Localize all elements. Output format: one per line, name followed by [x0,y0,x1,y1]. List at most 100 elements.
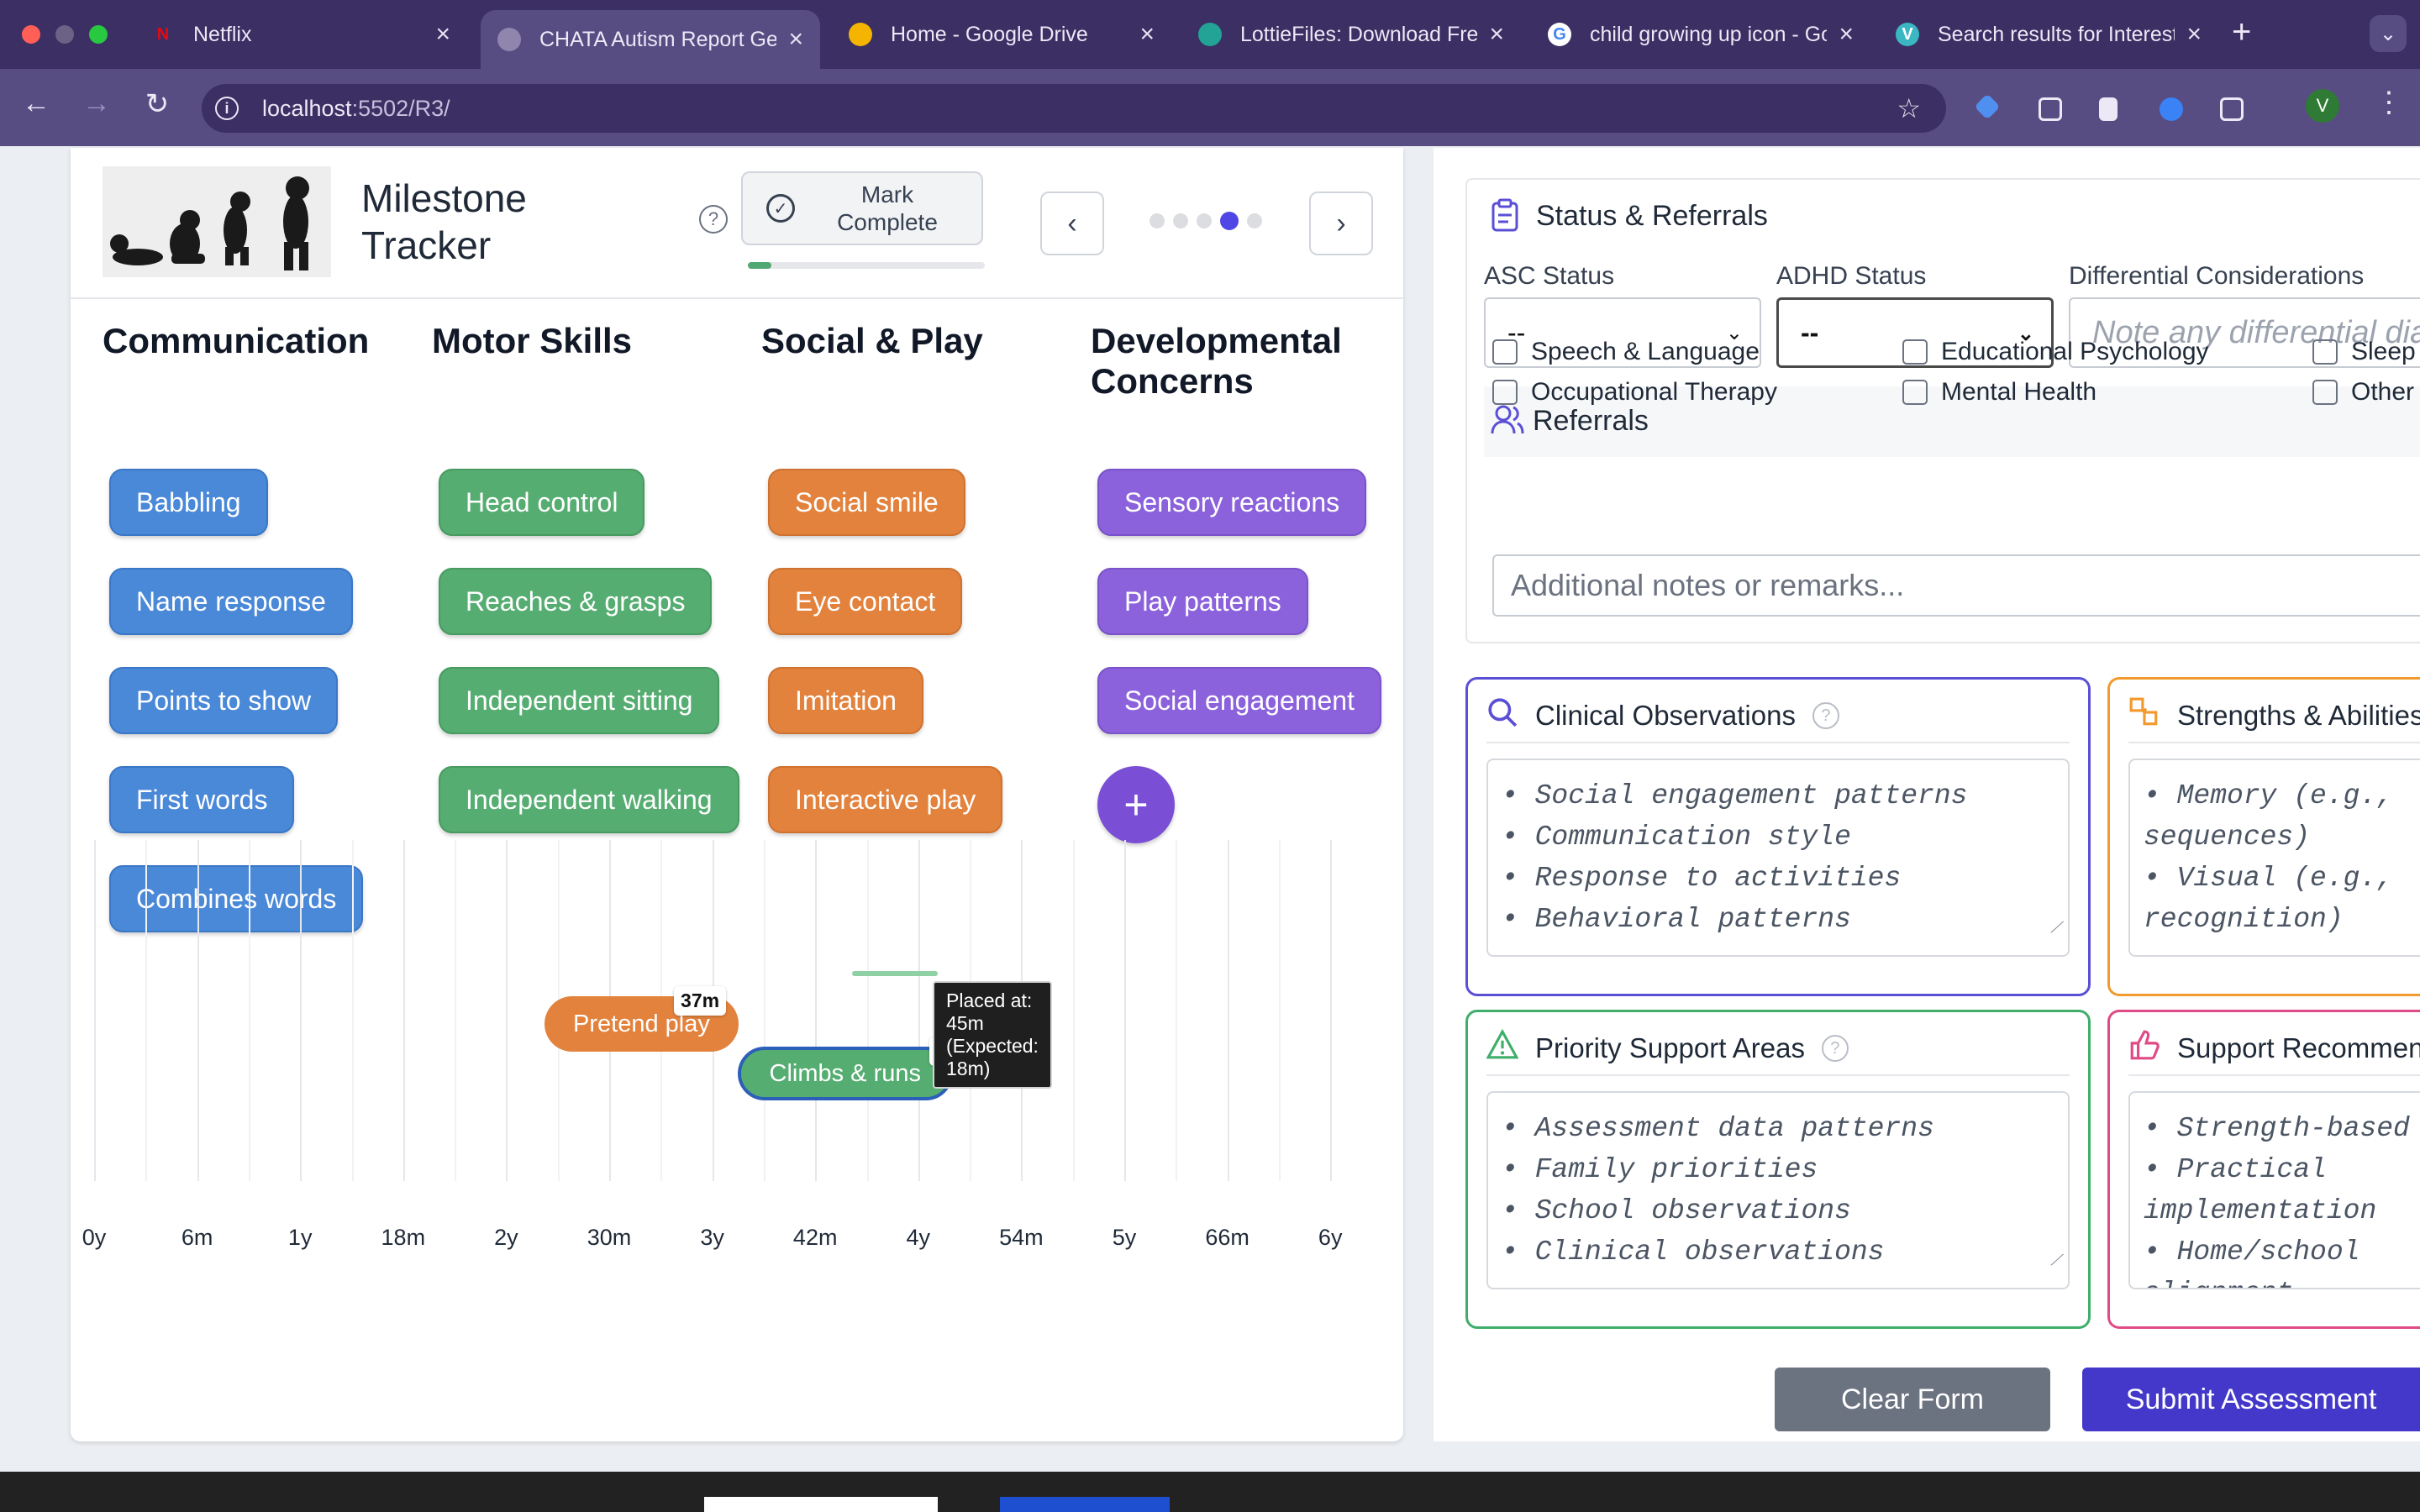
checkbox-box[interactable] [2312,380,2338,405]
netflix-icon: N [156,24,170,44]
milestone-chip[interactable]: Points to show [109,667,339,734]
prev-page-button[interactable]: ‹ [1040,192,1104,255]
grid-line [402,840,405,1181]
observation-textarea[interactable]: • Strength-based • Practical implementati… [2128,1091,2420,1289]
referral-checkbox[interactable]: Other [2312,378,2414,407]
page-dots [1150,212,1262,230]
milestone-chip[interactable]: Babbling [109,469,268,536]
submit-assessment-button[interactable]: Submit Assessment [2082,1368,2420,1431]
browser-tab[interactable]: V Search results for Interest × [1879,10,2218,59]
close-tab-icon[interactable]: × [435,20,450,49]
observation-title: Strengths & Abilities [2177,700,2420,731]
bookmark-star-icon[interactable]: ☆ [1897,92,1921,124]
extension-gem-icon[interactable] [1974,93,2001,120]
tab-search-icon[interactable]: ⌄ [2370,15,2407,52]
placed-milestone-chip[interactable]: Climbs & runs [737,1047,953,1100]
tick-label: 54m [999,1225,1044,1250]
referral-checkbox[interactable]: Occupational Therapy [1492,378,1777,407]
additional-notes-input[interactable]: Additional notes or remarks... [1492,554,2420,617]
site-info-icon[interactable]: i [215,97,239,120]
close-tab-icon[interactable]: × [1489,20,1504,49]
page-dot[interactable] [1197,213,1212,228]
milestone-chip[interactable]: Head control [439,469,645,536]
page-dot[interactable] [1220,212,1239,230]
clear-form-button[interactable]: Clear Form [1775,1368,2050,1431]
referral-checkbox[interactable]: Sleep [2312,338,2416,366]
grid-line [1124,840,1126,1181]
browser-tab[interactable]: LottieFiles: Download Free Animations × [1181,10,1521,59]
next-page-button[interactable]: › [1309,192,1373,255]
help-icon[interactable]: ? [699,205,728,234]
close-tab-icon[interactable]: × [2186,20,2202,49]
clipboard-icon [1491,198,1518,232]
milestone-chip[interactable]: Independent walking [439,766,739,833]
profile-avatar[interactable]: V [2306,89,2339,123]
mark-complete-label: Mark Complete [837,181,938,235]
referral-checkbox[interactable]: Mental Health [1902,378,2096,407]
browser-tab[interactable]: Gchild growing up icon - Google Search × [1531,10,1870,59]
browser-tab[interactable]: CHATA Autism Report Generator × [481,10,820,69]
add-milestone-button[interactable]: + [1097,766,1175,843]
page-dot[interactable] [1247,213,1262,228]
window-close-button[interactable] [22,25,40,44]
browser-tab[interactable]: N Netflix × [134,10,467,59]
referral-checkbox[interactable]: Speech & Language [1492,338,1760,366]
placeholder-line: • Visual (e.g., recognition) [2144,863,2394,935]
milestone-chip[interactable]: Eye contact [768,568,963,635]
checkbox-box[interactable] [2312,339,2338,365]
column-title: Communication [103,321,370,360]
milestone-chip[interactable]: Play patterns [1097,568,1308,635]
window-minimize-button[interactable] [55,25,74,44]
forward-icon[interactable]: → [77,87,116,120]
grid-line-minor [1072,840,1075,1181]
observation-textarea[interactable]: • Assessment data patterns • Family prior… [1486,1091,2070,1289]
observation-textarea[interactable]: • Social engagement patterns • Communicat… [1486,759,2070,957]
grid-line [300,840,302,1181]
close-tab-icon[interactable]: × [1839,20,1854,49]
milestone-chip[interactable]: Social engagement [1097,667,1381,734]
browser-tab[interactable]: Home - Google Drive × [832,10,1171,59]
page-dot[interactable] [1150,213,1165,228]
observation-title: Clinical Observations [1535,700,1796,731]
referral-checkbox[interactable]: Educational Psychology [1902,338,2209,366]
extensions-puzzle-icon[interactable] [2220,97,2244,121]
back-icon[interactable]: ← [17,87,55,120]
checkbox-box[interactable] [1492,380,1518,405]
resize-grip-icon[interactable]: ⟋ [2050,909,2061,950]
milestone-chip[interactable]: Name response [109,568,353,635]
extension-book-icon[interactable] [2099,97,2118,121]
milestone-chip[interactable]: Imitation [768,667,923,734]
mark-complete-button[interactable]: ✓ Mark Complete [741,171,983,245]
milestone-chip[interactable]: Independent sitting [439,667,720,734]
resize-grip-icon[interactable]: ⟋ [2050,1242,2061,1283]
reload-icon[interactable]: ↻ [138,87,176,121]
close-tab-icon[interactable]: × [788,25,803,54]
help-icon[interactable]: ? [1812,702,1839,729]
tick-label: 5y [1112,1225,1137,1250]
window-zoom-button[interactable] [89,25,108,44]
grid-line-minor [248,840,250,1181]
tick-label: 2y [494,1225,518,1250]
milestone-chip[interactable]: Sensory reactions [1097,469,1367,536]
tick-label: 42m [792,1225,838,1250]
close-tab-icon[interactable]: × [1139,20,1155,49]
browser-toolbar: ← → ↻ i localhost:5502/R3/ ☆ [0,69,2420,146]
checkbox-box[interactable] [1902,339,1928,365]
extension-globe-icon[interactable] [2160,97,2183,121]
new-tab-icon[interactable]: + [2232,13,2251,51]
milestone-chip[interactable]: First words [109,766,295,833]
milestone-chip[interactable]: Reaches & grasps [439,568,713,635]
browser-menu-icon[interactable]: ⋮ [2375,86,2403,119]
observation-textarea[interactable]: • Memory (e.g., sequences) • Visual (e.g.… [2128,759,2420,957]
milestone-chip[interactable]: Combines words [109,865,364,932]
milestone-chip[interactable]: Social smile [768,469,965,536]
checkbox-box[interactable] [1492,339,1518,365]
grid-line [197,840,199,1181]
checkbox-box[interactable] [1902,380,1928,405]
milestone-chip[interactable]: Interactive play [768,766,1003,833]
address-bar[interactable]: i localhost:5502/R3/ ☆ [202,84,1946,133]
help-icon[interactable]: ? [1821,1035,1849,1062]
page-dot[interactable] [1173,213,1188,228]
extension-clipboard-icon[interactable] [2039,97,2062,121]
observation-box: Clinical Observations? • Social engagemen… [1465,677,2091,996]
